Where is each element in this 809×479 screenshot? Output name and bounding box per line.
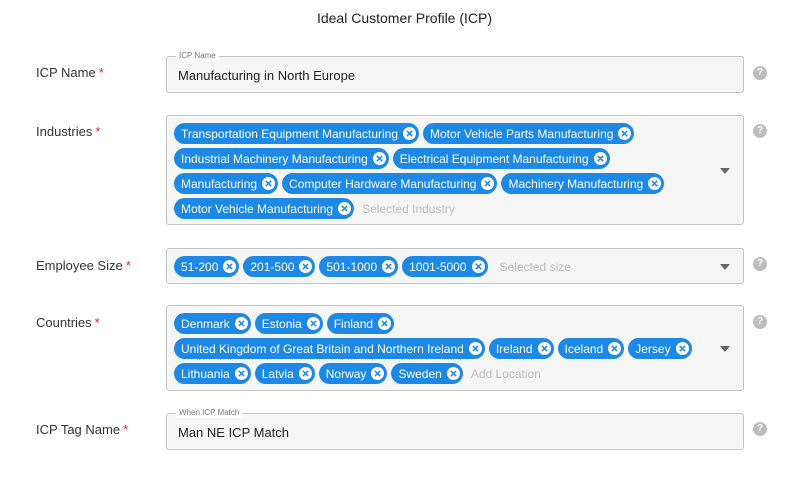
- countries-select[interactable]: Denmark Estonia Finland United Kingdom o…: [166, 305, 744, 391]
- remove-chip-icon[interactable]: [234, 367, 248, 380]
- employee-size-chip-list: 51-200 201-500 501-1000 1001-5000 Select…: [174, 254, 707, 279]
- remove-chip-icon[interactable]: [306, 317, 320, 330]
- required-asterisk: *: [123, 422, 129, 437]
- remove-chip-icon[interactable]: [608, 342, 622, 355]
- icp-name-floating-label: ICP Name: [176, 51, 219, 61]
- country-chip: Iceland: [557, 338, 625, 359]
- industry-chip: Machinery Manufacturing: [501, 173, 665, 194]
- country-chip: Sweden: [391, 363, 463, 384]
- country-chip: Estonia: [254, 313, 323, 334]
- employee-size-label: Employee Size *: [36, 258, 131, 273]
- remove-chip-icon[interactable]: [234, 317, 248, 330]
- icp-name-field[interactable]: ICP Name Manufacturing in North Europe: [166, 51, 744, 93]
- country-chip: Jersey: [628, 338, 692, 359]
- remove-chip-icon[interactable]: [481, 177, 495, 190]
- country-chip: Ireland: [488, 338, 554, 359]
- required-asterisk: *: [125, 258, 131, 273]
- required-asterisk: *: [95, 124, 101, 139]
- page-title: Ideal Customer Profile (ICP): [316, 10, 493, 26]
- country-chip: United Kingdom of Great Britain and Nort…: [174, 338, 485, 359]
- required-asterisk: *: [98, 65, 104, 80]
- icp-tag-name-field[interactable]: When ICP Match Man NE ICP Match: [166, 408, 744, 450]
- employee-size-help-icon[interactable]: ?: [753, 257, 767, 271]
- remove-chip-icon[interactable]: [675, 342, 689, 355]
- size-chip: 501-1000: [319, 256, 399, 277]
- remove-chip-icon[interactable]: [537, 342, 551, 355]
- industry-chip: Motor Vehicle Manufacturing: [174, 198, 355, 219]
- remove-chip-icon[interactable]: [371, 367, 385, 380]
- chevron-down-icon[interactable]: [720, 168, 730, 174]
- industry-chip: Electrical Equipment Manufacturing: [392, 148, 610, 169]
- remove-chip-icon[interactable]: [446, 367, 460, 380]
- remove-chip-icon[interactable]: [298, 367, 312, 380]
- industries-placeholder[interactable]: Selected Industry: [362, 198, 455, 219]
- employee-size-placeholder[interactable]: Selected size: [500, 256, 571, 277]
- size-chip: 51-200: [174, 256, 240, 277]
- industry-chip: Manufacturing: [174, 173, 279, 194]
- countries-chip-list: Denmark Estonia Finland United Kingdom o…: [174, 311, 707, 386]
- industry-chip: Transportation Equipment Manufacturing: [174, 123, 420, 144]
- country-chip: Lithuania: [174, 363, 251, 384]
- remove-chip-icon[interactable]: [618, 127, 632, 140]
- icp-tag-name-label: ICP Tag Name *: [36, 422, 129, 437]
- industries-select[interactable]: Transportation Equipment Manufacturing M…: [166, 115, 744, 225]
- remove-chip-icon[interactable]: [468, 342, 482, 355]
- country-chip: Denmark: [174, 313, 251, 334]
- employee-size-select[interactable]: 51-200 201-500 501-1000 1001-5000 Select…: [166, 248, 744, 284]
- icp-tag-name-help-icon[interactable]: ?: [753, 422, 767, 436]
- industry-chip: Motor Vehicle Parts Manufacturing: [423, 123, 635, 144]
- remove-chip-icon[interactable]: [648, 177, 662, 190]
- country-chip: Finland: [326, 313, 395, 334]
- remove-chip-icon[interactable]: [593, 152, 607, 165]
- remove-chip-icon[interactable]: [223, 260, 237, 273]
- industries-help-icon[interactable]: ?: [753, 124, 767, 138]
- remove-chip-icon[interactable]: [372, 152, 386, 165]
- remove-chip-icon[interactable]: [382, 260, 396, 273]
- remove-chip-icon[interactable]: [403, 127, 417, 140]
- icp-name-label: ICP Name *: [36, 65, 104, 80]
- remove-chip-icon[interactable]: [378, 317, 392, 330]
- industry-chip: Computer Hardware Manufacturing: [282, 173, 498, 194]
- icp-tag-name-floating-label: When ICP Match: [176, 408, 243, 418]
- remove-chip-icon[interactable]: [299, 260, 313, 273]
- countries-label: Countries *: [36, 315, 100, 330]
- icp-name-value: Manufacturing in North Europe: [178, 68, 356, 83]
- size-chip: 1001-5000: [402, 256, 488, 277]
- countries-help-icon[interactable]: ?: [753, 315, 767, 329]
- country-chip: Norway: [318, 363, 388, 384]
- chevron-down-icon[interactable]: [720, 264, 730, 270]
- industries-label: Industries *: [36, 124, 101, 139]
- required-asterisk: *: [94, 315, 100, 330]
- industry-chip: Industrial Machinery Manufacturing: [174, 148, 389, 169]
- remove-chip-icon[interactable]: [262, 177, 276, 190]
- size-chip: 201-500: [243, 256, 316, 277]
- chevron-down-icon[interactable]: [720, 346, 730, 352]
- remove-chip-icon[interactable]: [471, 260, 485, 273]
- country-chip: Latvia: [254, 363, 315, 384]
- industries-chip-list: Transportation Equipment Manufacturing M…: [174, 121, 707, 221]
- remove-chip-icon[interactable]: [338, 202, 352, 215]
- icp-tag-name-value: Man NE ICP Match: [178, 425, 290, 440]
- icp-name-help-icon[interactable]: ?: [753, 66, 767, 80]
- countries-placeholder[interactable]: Add Location: [471, 363, 541, 384]
